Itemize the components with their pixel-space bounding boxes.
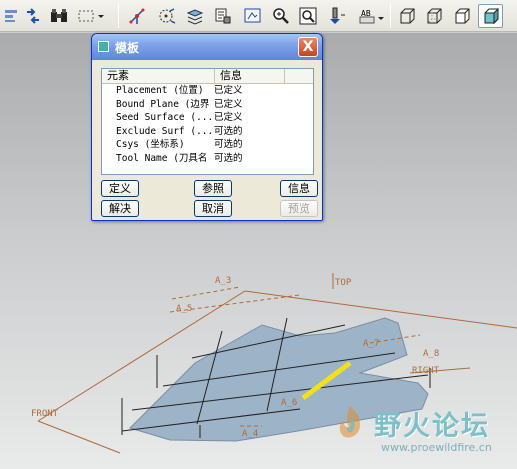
datum-plane-edge — [37, 420, 121, 454]
element-name: Csys (坐标系) — [116, 139, 185, 150]
cancel-button[interactable]: 取消 — [194, 200, 232, 217]
layers-icon[interactable] — [184, 5, 206, 27]
spin-center-icon[interactable] — [156, 5, 178, 27]
selection-box-icon[interactable] — [76, 5, 106, 27]
find-icon[interactable] — [48, 5, 70, 27]
element-name: Exclude Surf (... — [116, 125, 212, 137]
dialog-window-icon — [98, 41, 109, 52]
repaint-icon[interactable] — [327, 5, 349, 27]
element-info: 已定义 — [214, 112, 243, 123]
label-a8: A_8 — [423, 349, 439, 359]
regenerate-icon[interactable] — [0, 5, 22, 27]
model-tree-icon[interactable] — [212, 5, 234, 27]
list-item[interactable]: Bound Plane (边界 已定义 — [102, 98, 313, 112]
template-dialog: 模板 X 元素 信息 Placement (位置) 已定义 Bound Plan… — [91, 33, 323, 221]
main-toolbar: AB — [0, 0, 517, 32]
label-a4: A_4 — [242, 429, 258, 439]
column-header-info[interactable]: 信息 — [215, 69, 285, 83]
label-right: RIGHT — [412, 366, 440, 376]
element-info: 已定义 — [214, 85, 243, 96]
element-info: 可选的 — [214, 152, 243, 164]
resolve-button[interactable]: 解决 — [101, 200, 139, 217]
label-a6: A_6 — [281, 398, 297, 408]
list-item[interactable]: Exclude Surf (... 可选的 — [102, 125, 313, 139]
watermark-url: www.proewildfire.cn — [381, 441, 492, 454]
label-front: FRONT — [31, 409, 59, 419]
list-item[interactable]: Tool Name (刀具名 可选的 — [102, 152, 313, 166]
element-info: 已定义 — [214, 98, 243, 110]
list-header: 元素 信息 — [102, 69, 313, 84]
element-info: 可选的 — [214, 139, 243, 150]
element-name: Placement (位置) — [116, 85, 204, 96]
zoom-fit-icon[interactable] — [297, 5, 319, 27]
named-view-icon[interactable] — [242, 5, 264, 27]
label-a5: A_5 — [176, 304, 192, 314]
define-button[interactable]: 定义 — [101, 180, 139, 197]
element-name: Tool Name (刀具名 — [116, 152, 208, 164]
element-name: Seed Surface (... — [116, 112, 212, 123]
list-item[interactable]: Seed Surface (... 已定义 — [102, 111, 313, 125]
close-button[interactable]: X — [298, 37, 318, 57]
annotation-icon[interactable]: AB — [357, 5, 385, 27]
column-header-spacer — [285, 69, 313, 83]
info-button[interactable]: 信息 — [280, 180, 318, 197]
watermark-flame-logo — [339, 406, 361, 438]
label-a7: A_7 — [363, 339, 379, 349]
list-item[interactable]: Csys (坐标系) 可选的 — [102, 138, 313, 152]
elements-list[interactable]: 元素 信息 Placement (位置) 已定义 Bound Plane (边界… — [101, 68, 314, 175]
datum-axis-icon[interactable] — [126, 5, 148, 27]
element-info: 可选的 — [214, 125, 243, 137]
list-item[interactable]: Placement (位置) 已定义 — [102, 84, 313, 98]
no-hidden-icon[interactable] — [451, 5, 473, 27]
toolbar-separator — [390, 4, 391, 28]
shading-icon[interactable] — [478, 4, 503, 28]
dialog-title: 模板 — [115, 41, 140, 55]
label-top: TOP — [335, 278, 352, 288]
element-name: Bound Plane (边界 — [116, 98, 210, 110]
dialog-title-bar[interactable]: 模板 X — [92, 34, 322, 60]
preview-button[interactable]: 预览 — [280, 200, 318, 217]
label-a3: A_3 — [215, 276, 231, 286]
watermark-text: 野火论坛 — [374, 411, 490, 442]
wireframe-icon[interactable] — [396, 5, 418, 27]
reference-button[interactable]: 参照 — [194, 180, 232, 197]
toolbar-separator — [118, 4, 119, 28]
zoom-in-icon[interactable] — [270, 5, 292, 27]
reorient-icon[interactable] — [22, 5, 44, 27]
hidden-line-icon[interactable] — [423, 5, 445, 27]
column-header-element[interactable]: 元素 — [102, 69, 215, 83]
